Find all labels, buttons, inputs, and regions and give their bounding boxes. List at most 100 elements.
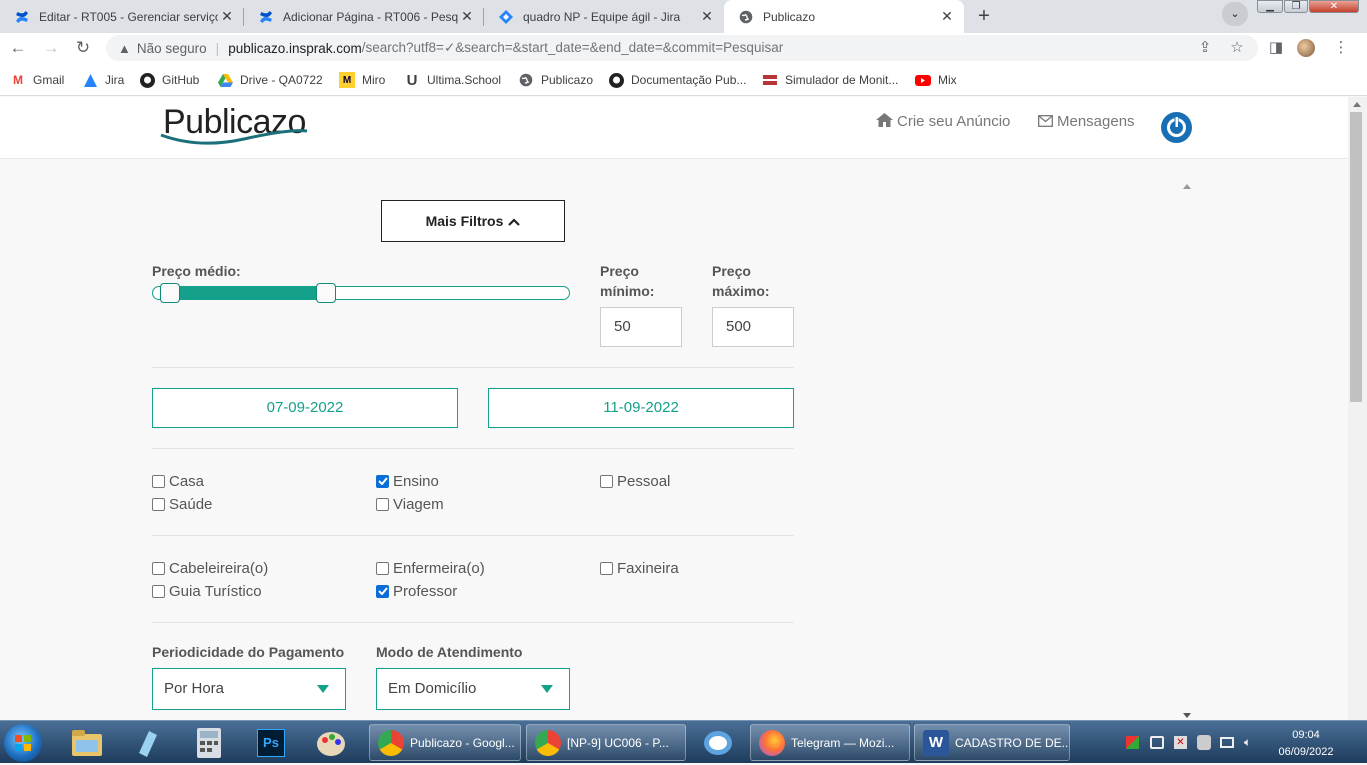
checkbox-checked-icon[interactable] xyxy=(376,474,389,488)
checkbox-unchecked-icon[interactable] xyxy=(376,497,389,511)
checkbox-professor[interactable]: Professor xyxy=(376,581,457,601)
checkbox-cabeleireira-o[interactable]: Cabeleireira(o) xyxy=(152,558,268,578)
checkbox-guia-tur-stico[interactable]: Guia Turístico xyxy=(152,581,262,601)
side-panel-icon[interactable]: ◨ xyxy=(1267,39,1285,57)
tray-drive-icon[interactable] xyxy=(1150,736,1164,749)
bookmark-gmail[interactable]: M Gmail xyxy=(10,71,64,89)
checkbox-label[interactable]: Professor xyxy=(393,583,457,600)
bookmark-jira[interactable]: Jira xyxy=(82,71,124,89)
security-label[interactable]: Não seguro xyxy=(137,41,207,56)
scroll-up-icon[interactable] xyxy=(1183,184,1191,189)
checkbox-ensino[interactable]: Ensino xyxy=(376,471,439,491)
scroll-down-icon[interactable] xyxy=(1183,713,1191,718)
tab-search-chevron-icon[interactable]: ⌄ xyxy=(1222,2,1248,26)
taskbar-window-word[interactable]: W CADASTRO DE DE... xyxy=(914,724,1070,761)
start-date-input[interactable]: 07-09-2022 xyxy=(152,388,458,428)
site-logo[interactable]: Publicazo xyxy=(160,103,308,145)
checkbox-label[interactable]: Guia Turístico xyxy=(169,583,262,600)
end-date-input[interactable]: 11-09-2022 xyxy=(488,388,794,428)
power-logout-icon[interactable] xyxy=(1161,112,1192,143)
checkbox-sa-de[interactable]: Saúde xyxy=(152,494,212,514)
bookmark-drive[interactable]: Drive - QA0722 xyxy=(217,71,323,89)
notepad-icon[interactable] xyxy=(122,724,172,761)
minimize-window-icon[interactable]: ▁ xyxy=(1257,0,1283,13)
close-window-icon[interactable]: ✕ xyxy=(1309,0,1359,13)
service-mode-select[interactable]: Em Domicílio xyxy=(376,668,570,710)
tray-monitor-icon[interactable] xyxy=(1220,737,1234,748)
price-range-slider[interactable] xyxy=(152,283,570,303)
not-secure-warning-icon[interactable]: ▲ xyxy=(118,41,131,56)
checkbox-unchecked-icon[interactable] xyxy=(600,561,613,575)
file-explorer-icon[interactable] xyxy=(62,724,112,761)
close-tab-icon[interactable]: ✕ xyxy=(698,8,716,25)
panel-scrollbar[interactable] xyxy=(1180,179,1196,720)
checkbox-label[interactable]: Viagem xyxy=(393,496,444,513)
checkbox-label[interactable]: Cabeleireira(o) xyxy=(169,560,268,577)
checkbox-label[interactable]: Enfermeira(o) xyxy=(393,560,485,577)
taskbar-window-firefox-telegram[interactable]: Telegram — Mozi... xyxy=(750,724,910,761)
clock-date[interactable]: 06/09/2022 xyxy=(1275,746,1337,758)
close-tab-icon[interactable]: ✕ xyxy=(218,8,236,25)
checkbox-label[interactable]: Ensino xyxy=(393,473,439,490)
scrollbar-thumb[interactable] xyxy=(1350,112,1362,402)
share-icon[interactable]: ⇪ xyxy=(1196,39,1214,57)
new-tab-button[interactable]: + xyxy=(970,3,998,31)
checkbox-viagem[interactable]: Viagem xyxy=(376,494,444,514)
browser-tab[interactable]: quadro NP - Equipe ágil - Jira ✕ xyxy=(484,0,724,33)
bookmark-github[interactable]: GitHub xyxy=(139,71,199,89)
messenger-icon[interactable] xyxy=(693,724,743,761)
checkbox-checked-icon[interactable] xyxy=(376,584,389,598)
browser-tab[interactable]: Editar - RT005 - Gerenciar serviços ✕ xyxy=(0,0,244,33)
browser-menu-icon[interactable]: ⋮ xyxy=(1332,39,1350,57)
photoshop-icon[interactable]: Ps xyxy=(246,724,296,761)
checkbox-unchecked-icon[interactable] xyxy=(376,561,389,575)
tray-shield-icon[interactable] xyxy=(1197,735,1211,750)
checkbox-faxineira[interactable]: Faxineira xyxy=(600,558,679,578)
bookmark-mix[interactable]: Mix xyxy=(915,71,957,89)
more-filters-button[interactable]: Mais Filtros xyxy=(381,200,565,242)
tray-network-icon[interactable]: ✕ xyxy=(1174,736,1187,749)
bookmark-ultima[interactable]: U Ultima.School xyxy=(404,71,501,89)
bookmark-star-icon[interactable]: ☆ xyxy=(1228,39,1246,57)
max-price-input[interactable]: 500 xyxy=(712,307,794,347)
scroll-up-icon[interactable] xyxy=(1353,102,1361,107)
bookmark-miro[interactable]: M Miro xyxy=(339,71,385,89)
payment-period-select[interactable]: Por Hora xyxy=(152,668,346,710)
checkbox-enfermeira-o[interactable]: Enfermeira(o) xyxy=(376,558,485,578)
messages-link[interactable]: Mensagens xyxy=(1038,113,1135,130)
close-tab-icon[interactable]: ✕ xyxy=(938,8,956,25)
checkbox-label[interactable]: Faxineira xyxy=(617,560,679,577)
checkbox-unchecked-icon[interactable] xyxy=(152,561,165,575)
bookmark-publicazo[interactable]: Publicazo xyxy=(518,71,593,89)
checkbox-label[interactable]: Pessoal xyxy=(617,473,670,490)
checkbox-pessoal[interactable]: Pessoal xyxy=(600,471,670,491)
back-arrow-icon[interactable]: ← xyxy=(6,37,30,59)
calculator-icon[interactable] xyxy=(184,724,234,761)
checkbox-label[interactable]: Saúde xyxy=(169,496,212,513)
checkbox-casa[interactable]: Casa xyxy=(152,471,204,491)
min-price-input[interactable]: 50 xyxy=(600,307,682,347)
forward-arrow-icon[interactable]: → xyxy=(39,37,63,59)
slider-max-handle[interactable] xyxy=(316,283,336,303)
address-bar[interactable]: ▲ Não seguro | publicazo.insprak.com /se… xyxy=(106,35,1258,61)
page-scrollbar[interactable] xyxy=(1348,97,1367,720)
browser-tab[interactable]: Adicionar Página - RT006 - Pesquisar ✕ xyxy=(244,0,484,33)
profile-avatar[interactable] xyxy=(1297,39,1315,57)
checkbox-unchecked-icon[interactable] xyxy=(600,474,613,488)
checkbox-unchecked-icon[interactable] xyxy=(152,497,165,511)
maximize-window-icon[interactable]: ❐ xyxy=(1284,0,1308,13)
checkbox-unchecked-icon[interactable] xyxy=(152,474,165,488)
taskbar-window-chrome-jira[interactable]: [NP-9] UC006 - P... xyxy=(526,724,686,761)
bookmark-simulador[interactable]: Simulador de Monit... xyxy=(762,71,898,89)
slider-min-handle[interactable] xyxy=(160,283,180,303)
create-ad-link[interactable]: Crie seu Anúncio xyxy=(876,113,1010,130)
tray-volume-icon[interactable]: 🔈︎ xyxy=(1244,736,1258,749)
tray-app-icon[interactable] xyxy=(1126,736,1139,749)
close-tab-icon[interactable]: ✕ xyxy=(458,8,476,25)
checkbox-label[interactable]: Casa xyxy=(169,473,204,490)
browser-tab-active[interactable]: Publicazo ✕ xyxy=(724,0,964,33)
start-button-icon[interactable] xyxy=(4,724,42,762)
clock-time[interactable]: 09:04 xyxy=(1275,729,1337,741)
checkbox-unchecked-icon[interactable] xyxy=(152,584,165,598)
bookmark-documentacao[interactable]: Documentação Pub... xyxy=(608,71,746,89)
